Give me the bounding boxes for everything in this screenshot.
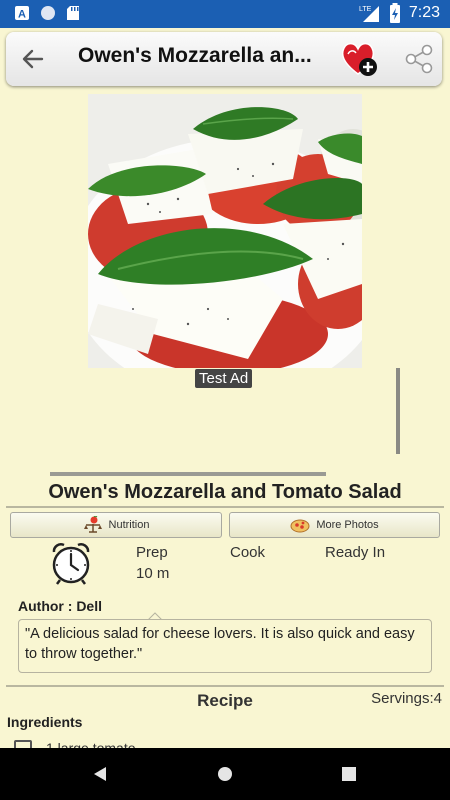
nav-back-icon[interactable] <box>92 766 108 782</box>
more-photos-label: More Photos <box>316 519 379 531</box>
clock-time: 7:23 <box>408 4 440 21</box>
test-ad-label[interactable]: Test Ad <box>195 369 253 388</box>
nav-home-icon[interactable] <box>217 766 233 782</box>
system-nav-bar <box>0 748 450 800</box>
pizza-photo-icon <box>290 519 310 533</box>
ad-scroll-indicator <box>396 368 400 454</box>
svg-text:LTE: LTE <box>359 6 372 13</box>
caprese-salad-image <box>88 94 362 368</box>
app-toolbar: Owen's Mozzarella an... <box>6 32 442 86</box>
horizontal-scroll-indicator <box>50 472 326 476</box>
title-divider <box>6 506 444 508</box>
signal-icon: LTE <box>359 6 379 22</box>
section-divider <box>6 685 444 687</box>
nav-recents-icon[interactable] <box>342 767 356 781</box>
ingredients-heading: Ingredients <box>7 714 83 730</box>
nutrition-label: Nutrition <box>108 519 150 531</box>
author-label: Author : Dell <box>18 598 102 614</box>
circle-icon <box>41 6 55 20</box>
ready-in-label: Ready In <box>325 544 386 561</box>
back-arrow-icon[interactable] <box>18 44 48 74</box>
svg-text:A: A <box>18 9 26 21</box>
status-notification-icons: A <box>14 5 80 21</box>
nutrition-button[interactable]: Nutrition <box>10 512 222 538</box>
status-system-icons: LTE 7:23 <box>359 3 440 23</box>
share-icon[interactable] <box>402 42 436 76</box>
recipe-photo[interactable] <box>88 94 362 368</box>
recipe-title: Owen's Mozzarella and Tomato Salad <box>48 481 402 503</box>
prep-value: 10 m <box>136 565 170 582</box>
nutrition-scale-icon <box>83 516 102 533</box>
app-a-icon: A <box>15 6 29 21</box>
prep-label: Prep <box>136 544 168 561</box>
battery-charging-icon <box>389 3 400 23</box>
status-bar: A LTE 7:23 <box>0 0 450 28</box>
favorite-add-icon[interactable] <box>340 40 380 78</box>
toolbar-title: Owen's Mozzarella an... <box>78 44 312 67</box>
alarm-clock-icon <box>52 543 90 585</box>
more-photos-button[interactable]: More Photos <box>229 512 440 538</box>
sd-card-icon <box>67 6 79 20</box>
servings-label[interactable]: Servings:4 <box>371 690 442 707</box>
recipe-description: "A delicious salad for cheese lovers. It… <box>18 619 432 673</box>
cook-label: Cook <box>230 544 266 561</box>
